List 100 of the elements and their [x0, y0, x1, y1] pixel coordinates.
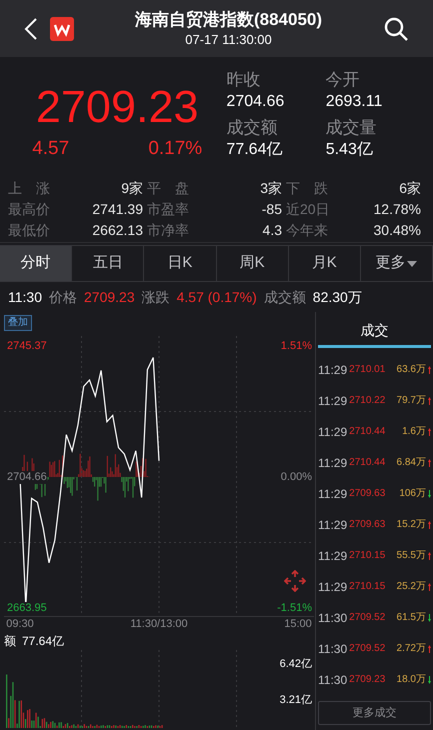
field-label: 成交量: [326, 117, 378, 140]
info-text: 2709.23: [84, 288, 135, 306]
time-axis-label: 15:00: [284, 617, 312, 632]
trade-price: 2710.44: [349, 456, 386, 470]
trade-price: 2709.23: [349, 673, 386, 687]
info-text: 涨跌: [142, 288, 170, 306]
stat-label: 今年来: [286, 220, 328, 240]
trade-price: 2709.63: [349, 518, 386, 532]
field-value: 2704.66: [226, 92, 286, 112]
trade-time: 11:29: [318, 424, 348, 440]
info-text: 4.57 (0.17%): [176, 288, 257, 307]
field-label: 成交额: [226, 117, 278, 140]
volume-axis-label: 3.21亿: [280, 694, 312, 707]
up-arrow-icon: [428, 582, 431, 590]
down-arrow-icon: [428, 490, 431, 498]
field-value: 5.43亿: [326, 140, 374, 160]
trade-price: 2710.15: [349, 549, 386, 563]
trade-volume: 55.5万: [396, 549, 426, 563]
trade-volume: 6.84万: [396, 456, 426, 470]
field-label: 今开: [326, 69, 361, 91]
chart-tab[interactable]: 更多: [360, 246, 433, 281]
trade-volume: 15.2万: [396, 518, 426, 532]
move-arrows-icon: [284, 570, 306, 592]
stat-label: 市盈率: [147, 200, 189, 218]
trade-time: 11:29: [318, 392, 348, 410]
stat-label: 市净率: [147, 220, 189, 240]
info-text: 成交额: [264, 288, 306, 306]
chart-tab[interactable]: 周K: [216, 246, 289, 281]
up-arrow-icon: [428, 644, 431, 652]
search-icon[interactable]: [383, 16, 409, 42]
overlay-button[interactable]: 叠加: [4, 315, 32, 331]
price-change-percent: 0.17%: [148, 137, 202, 161]
stat-value: 3家: [260, 178, 282, 198]
stat-value: 9家: [121, 178, 143, 198]
stat-label: 上 涨: [8, 178, 50, 198]
chart-tab[interactable]: 五日: [72, 246, 144, 281]
current-price: 2709.23: [36, 80, 199, 134]
trades-tab[interactable]: 成交: [318, 316, 431, 348]
trade-volume: 106万: [399, 487, 426, 501]
price-axis-label: 2663.95: [7, 602, 47, 614]
percent-axis-label: 0.00%: [280, 470, 312, 484]
trade-time: 11:29: [318, 578, 348, 596]
stat-label: 最高价: [8, 200, 50, 218]
stat-value: 6家: [399, 178, 421, 198]
trade-volume: 1.6万: [402, 425, 426, 439]
page-subtitle: 07-17 11:30:00: [185, 30, 272, 48]
info-text: 价格: [49, 288, 77, 306]
chart-tab[interactable]: 分时: [0, 246, 72, 281]
stat-label: 下 跌: [286, 178, 328, 198]
trade-volume: 25.2万: [396, 580, 426, 594]
stat-label: 平 盘: [147, 178, 189, 198]
info-text: 11:30: [8, 288, 42, 306]
up-arrow-icon: [428, 520, 431, 528]
trade-time: 11:29: [318, 486, 348, 502]
stat-value: 12.78%: [374, 200, 421, 218]
time-axis-label: 11:30/13:00: [130, 617, 188, 632]
volume-total: 77.64亿: [22, 633, 64, 650]
chart-tab[interactable]: 日K: [144, 246, 217, 281]
trade-time: 11:29: [318, 548, 348, 564]
trade-price: 2709.52: [349, 611, 386, 625]
up-arrow-icon: [428, 366, 431, 374]
trade-time: 11:29: [318, 516, 348, 534]
percent-axis-label: 1.51%: [280, 340, 312, 352]
volume-axis-label: 6.42亿: [280, 658, 312, 671]
field-value: 2693.11: [326, 92, 384, 112]
trade-price: 2710.22: [349, 394, 386, 408]
trade-price: 2710.01: [349, 363, 386, 377]
trade-price: 2709.63: [349, 487, 386, 501]
stat-value: 4.3: [262, 220, 282, 240]
chart-tab[interactable]: 月K: [288, 246, 361, 281]
trade-price: 2710.15: [349, 580, 386, 594]
trade-time: 11:30: [318, 640, 348, 658]
percent-axis-label: -1.51%: [277, 602, 312, 614]
stat-value: -85: [262, 200, 282, 218]
more-trades-button[interactable]: 更多成交: [318, 701, 431, 725]
trade-time: 11:29: [318, 454, 348, 472]
trade-time: 11:29: [318, 362, 348, 378]
field-label: 昨收: [226, 69, 262, 91]
stat-value: 2741.39: [92, 200, 143, 218]
trade-time: 11:30: [318, 610, 348, 626]
up-arrow-icon: [428, 552, 431, 560]
trade-volume: 63.6万: [396, 363, 426, 377]
trade-volume: 2.72万: [396, 642, 426, 656]
price-axis-label: 2745.37: [7, 340, 47, 352]
field-value: 77.64亿: [226, 140, 284, 160]
down-arrow-icon: [428, 676, 431, 684]
stat-value: 2662.13: [92, 220, 143, 240]
trade-price: 2709.52: [349, 642, 386, 656]
stat-label: 最低价: [8, 220, 50, 240]
info-text: 82.30万: [312, 288, 362, 306]
up-arrow-icon: [428, 428, 431, 436]
down-arrow-icon: [428, 614, 431, 622]
page-title: 海南自贸港指数(884050): [134, 8, 322, 30]
up-arrow-icon: [428, 396, 431, 404]
trade-volume: 18.0万: [396, 673, 426, 687]
back-icon[interactable]: [24, 16, 38, 40]
volume-label: 额: [4, 633, 16, 650]
trade-volume: 79.7万: [396, 394, 426, 408]
price-axis-label: 2704.66: [7, 470, 47, 484]
time-axis-label: 09:30: [6, 617, 34, 632]
